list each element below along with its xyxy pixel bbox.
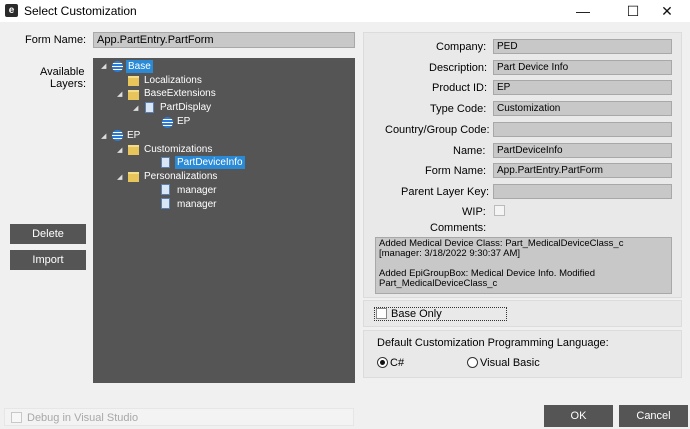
collapse-arrow-icon[interactable]: ◢ (117, 146, 122, 154)
comment-line: Part_MedicalDeviceClass_c (379, 278, 498, 289)
details-form-name-label: Form Name: (425, 165, 487, 177)
tree-node-base[interactable]: Base (126, 60, 153, 73)
comments-textarea[interactable]: Added Medical Device Class: Part_Medical… (375, 237, 672, 294)
folder-icon (128, 90, 139, 100)
parent-layer-key-field[interactable] (493, 184, 672, 199)
minimize-button[interactable]: — (560, 0, 606, 22)
description-label: Description: (429, 62, 488, 74)
debug-checkbox[interactable] (11, 412, 22, 423)
folder-icon (128, 172, 139, 182)
details-form-name-field[interactable]: App.PartEntry.PartForm (493, 163, 672, 178)
delete-button[interactable]: Delete (10, 224, 86, 244)
window-title: Select Customization (24, 4, 137, 18)
collapse-arrow-icon[interactable]: ◢ (117, 90, 122, 98)
app-logo-icon: e (5, 4, 18, 17)
collapse-arrow-icon[interactable]: ◢ (101, 62, 106, 70)
available-layers-label-2: Layers: (50, 78, 87, 90)
close-button[interactable]: ✕ (644, 0, 690, 22)
wip-checkbox[interactable] (494, 205, 505, 216)
country-group-code-label: Country/Group Code: (385, 124, 490, 136)
comments-label: Comments: (430, 222, 487, 234)
tree-node-manager-1[interactable]: manager (177, 184, 216, 197)
tree-node-localizations[interactable]: Localizations (144, 74, 202, 87)
description-field[interactable]: Part Device Info (493, 60, 672, 75)
tree-node-personalizations[interactable]: Personalizations (144, 170, 217, 183)
csharp-label: C# (390, 357, 405, 369)
collapse-arrow-icon[interactable]: ◢ (133, 104, 138, 112)
visual-basic-radio[interactable] (467, 357, 478, 368)
layers-tree[interactable]: ◢ Base Localizations ◢ BaseExtensions ◢ … (93, 58, 355, 383)
tree-node-ep-partdisplay[interactable]: EP (177, 115, 190, 128)
debug-label: Debug in Visual Studio (27, 412, 139, 424)
layer-icon (112, 61, 123, 72)
tree-node-partdeviceinfo[interactable]: PartDeviceInfo (175, 156, 245, 169)
base-only-checkbox[interactable] (376, 308, 387, 319)
product-id-label: Product ID: (432, 82, 488, 94)
import-button[interactable]: Import (10, 250, 86, 270)
country-group-code-field[interactable] (493, 122, 672, 137)
select-customization-dialog: e Select Customization — ☐ ✕ Form Name: … (0, 0, 690, 429)
language-label: Default Customization Programming Langua… (377, 337, 609, 349)
tree-node-manager-2[interactable]: manager (177, 198, 216, 211)
cancel-button[interactable]: Cancel (619, 405, 688, 427)
name-label: Name: (453, 145, 486, 157)
available-layers-label: Available (40, 66, 85, 78)
document-icon (161, 157, 170, 168)
product-id-field[interactable]: EP (493, 80, 672, 95)
visual-basic-label: Visual Basic (480, 357, 540, 369)
document-icon (161, 198, 170, 209)
document-icon (161, 184, 170, 195)
name-field[interactable]: PartDeviceInfo (493, 143, 672, 158)
wip-label: WIP: (462, 206, 486, 218)
tree-node-partdisplay[interactable]: PartDisplay (160, 101, 211, 114)
layer-icon (112, 130, 123, 141)
tree-node-ep[interactable]: EP (127, 129, 140, 142)
tree-node-baseextensions[interactable]: BaseExtensions (144, 87, 216, 100)
type-code-label: Type Code: (430, 103, 487, 115)
layer-icon (162, 117, 173, 128)
collapse-arrow-icon[interactable]: ◢ (117, 173, 122, 181)
form-name-field[interactable]: App.PartEntry.PartForm (93, 32, 355, 48)
document-icon (145, 102, 154, 113)
tree-node-customizations[interactable]: Customizations (144, 143, 212, 156)
company-field[interactable]: PED (493, 39, 672, 54)
comment-line: [manager: 3/18/2022 9:30:37 AM] (379, 248, 521, 259)
type-code-field[interactable]: Customization (493, 101, 672, 116)
form-name-label: Form Name: (25, 34, 87, 46)
folder-icon (128, 76, 139, 86)
company-label: Company: (436, 41, 487, 53)
ok-button[interactable]: OK (544, 405, 613, 427)
collapse-arrow-icon[interactable]: ◢ (101, 132, 106, 140)
title-bar: e Select Customization — ☐ ✕ (0, 0, 690, 22)
parent-layer-key-label: Parent Layer Key: (401, 186, 490, 198)
folder-icon (128, 145, 139, 155)
base-only-label: Base Only (391, 308, 442, 320)
csharp-radio[interactable] (377, 357, 388, 368)
